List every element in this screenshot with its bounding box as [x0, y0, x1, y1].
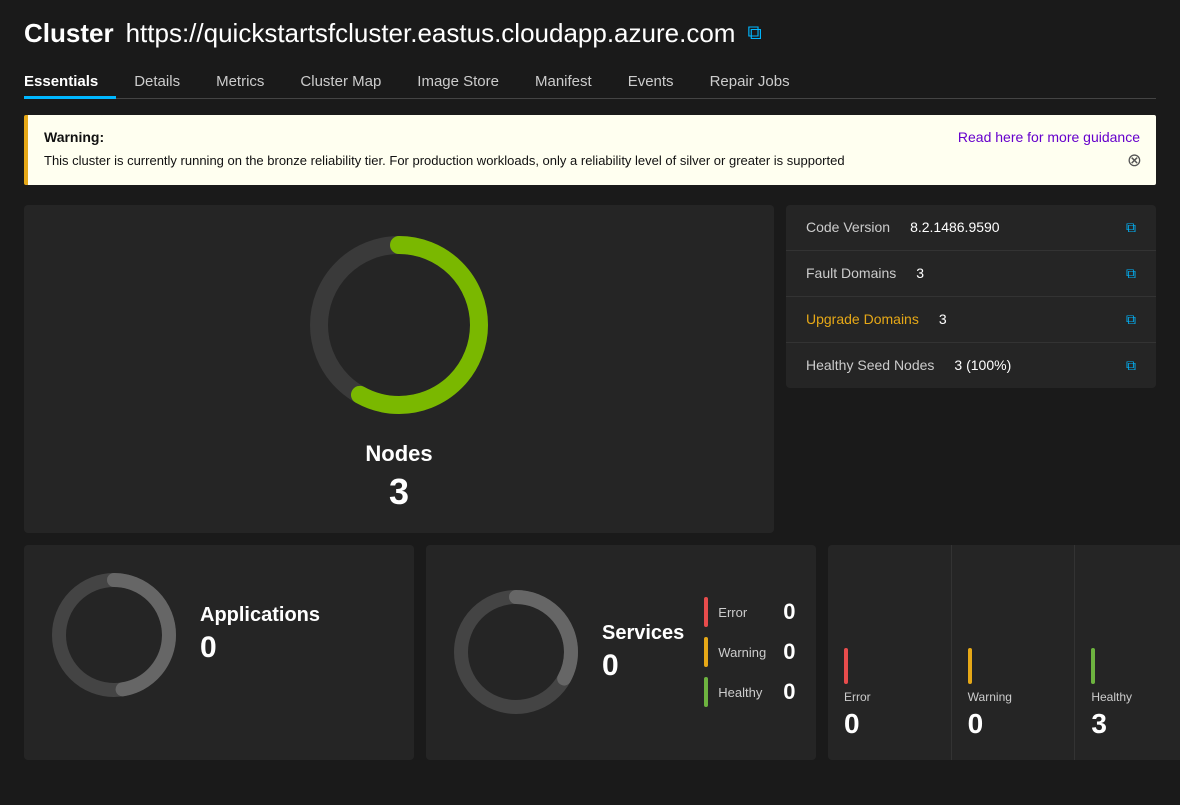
tab-metrics[interactable]: Metrics: [198, 65, 282, 98]
fault-domains-left: Fault Domains 3: [806, 265, 924, 281]
nodes-panel: Nodes 3: [24, 205, 774, 533]
applications-title-area: Applications 0: [200, 604, 320, 665]
healthy-seed-nodes-left: Healthy Seed Nodes 3 (100%): [806, 357, 1011, 373]
cluster-title-row: Cluster https://quickstartsfcluster.east…: [24, 18, 1156, 49]
cluster-label: Cluster: [24, 18, 114, 49]
nodes-error-value: 0: [844, 708, 860, 740]
tab-events[interactable]: Events: [610, 65, 692, 98]
nodes-label: Nodes: [365, 441, 432, 467]
nodes-bottom-panel: Error 0 Warning 0 Healthy 3: [828, 545, 1180, 760]
nodes-warning-bar: [968, 648, 972, 684]
services-warning-bar: [704, 637, 708, 667]
tab-repair-jobs[interactable]: Repair Jobs: [692, 65, 808, 98]
warning-close-button[interactable]: ⊗: [1127, 150, 1142, 171]
upgrade-domains-left: Upgrade Domains 3: [806, 311, 947, 327]
services-healthy-row: Healthy 0: [704, 677, 795, 707]
healthy-seed-nodes-value: 3 (100%): [954, 357, 1011, 373]
code-version-label: Code Version: [806, 219, 890, 235]
services-label: Services: [602, 622, 684, 645]
warning-title: Warning:: [44, 129, 104, 145]
tab-cluster-map[interactable]: Cluster Map: [282, 65, 399, 98]
bottom-grid: Applications 0 Services 0 Error: [24, 545, 1156, 760]
applications-inner: Applications 0: [44, 565, 394, 705]
nodes-warning-value: 0: [968, 708, 984, 740]
copy-url-icon[interactable]: ⧉: [747, 22, 761, 45]
healthy-seed-nodes-copy-icon[interactable]: ⧉: [1126, 357, 1136, 374]
nodes-healthy-label: Healthy: [1091, 690, 1132, 704]
warning-header: Warning: Read here for more guidance: [44, 129, 1140, 145]
nodes-error-section: Error 0: [828, 545, 952, 760]
services-warning-value: 0: [783, 639, 795, 665]
applications-donut-svg: [44, 565, 184, 705]
applications-label: Applications: [200, 604, 320, 627]
applications-panel: Applications 0: [24, 545, 414, 760]
code-version-copy-icon[interactable]: ⧉: [1126, 219, 1136, 236]
services-count: 0: [602, 649, 684, 683]
services-warning-label: Warning: [718, 645, 773, 660]
nodes-healthy-section: Healthy 3: [1075, 545, 1180, 760]
upgrade-domains-value: 3: [939, 311, 947, 327]
services-healthy-label: Healthy: [718, 685, 773, 700]
services-donut-svg: [446, 582, 586, 722]
code-version-row: Code Version 8.2.1486.9590 ⧉: [786, 205, 1156, 251]
services-warning-row: Warning 0: [704, 637, 795, 667]
services-donut-chart: [446, 582, 586, 722]
upgrade-domains-row: Upgrade Domains 3 ⧉: [786, 297, 1156, 343]
cluster-url: https://quickstartsfcluster.eastus.cloud…: [126, 18, 736, 49]
dashboard-top-grid: Code Version 8.2.1486.9590 ⧉ Fault Domai…: [24, 205, 1156, 533]
main-content: Warning: Read here for more guidance Thi…: [0, 99, 1180, 776]
nodes-donut-chart: [299, 225, 499, 425]
services-title-area: Services 0: [602, 622, 684, 683]
code-version-left: Code Version 8.2.1486.9590: [806, 219, 1000, 235]
nodes-count: 3: [389, 471, 409, 513]
fault-domains-row: Fault Domains 3 ⧉: [786, 251, 1156, 297]
tab-details[interactable]: Details: [116, 65, 198, 98]
nodes-healthy-bar: [1091, 648, 1095, 684]
services-error-value: 0: [783, 599, 795, 625]
main-nav: Essentials Details Metrics Cluster Map I…: [24, 65, 1156, 99]
services-error-bar: [704, 597, 708, 627]
tab-image-store[interactable]: Image Store: [399, 65, 517, 98]
applications-count: 0: [200, 631, 320, 665]
nodes-healthy-value: 3: [1091, 708, 1107, 740]
services-healthy-bar: [704, 677, 708, 707]
healthy-seed-nodes-row: Healthy Seed Nodes 3 (100%) ⧉: [786, 343, 1156, 388]
healthy-seed-nodes-label: Healthy Seed Nodes: [806, 357, 934, 373]
applications-donut-chart: [44, 565, 184, 705]
upgrade-domains-label: Upgrade Domains: [806, 311, 919, 327]
warning-link[interactable]: Read here for more guidance: [958, 129, 1140, 145]
nodes-error-label: Error: [844, 690, 871, 704]
nodes-donut-svg: [299, 225, 499, 425]
code-version-value: 8.2.1486.9590: [910, 219, 1000, 235]
nodes-warning-label: Warning: [968, 690, 1012, 704]
fault-domains-label: Fault Domains: [806, 265, 896, 281]
tab-manifest[interactable]: Manifest: [517, 65, 610, 98]
fault-domains-value: 3: [916, 265, 924, 281]
page-header: Cluster https://quickstartsfcluster.east…: [0, 0, 1180, 99]
tab-essentials[interactable]: Essentials: [24, 65, 116, 98]
warning-banner: Warning: Read here for more guidance Thi…: [24, 115, 1156, 185]
nodes-error-bar: [844, 648, 848, 684]
services-stats: Error 0 Warning 0 Healthy 0: [704, 597, 795, 707]
services-error-label: Error: [718, 605, 773, 620]
nodes-warning-section: Warning 0: [952, 545, 1076, 760]
fault-domains-copy-icon[interactable]: ⧉: [1126, 265, 1136, 282]
upgrade-domains-copy-icon[interactable]: ⧉: [1126, 311, 1136, 328]
services-panel: Services 0 Error 0 Warning 0 Healthy 0: [426, 545, 816, 760]
info-panel: Code Version 8.2.1486.9590 ⧉ Fault Domai…: [786, 205, 1156, 388]
services-error-row: Error 0: [704, 597, 795, 627]
warning-message: This cluster is currently running on the…: [44, 151, 1140, 171]
services-healthy-value: 0: [783, 679, 795, 705]
